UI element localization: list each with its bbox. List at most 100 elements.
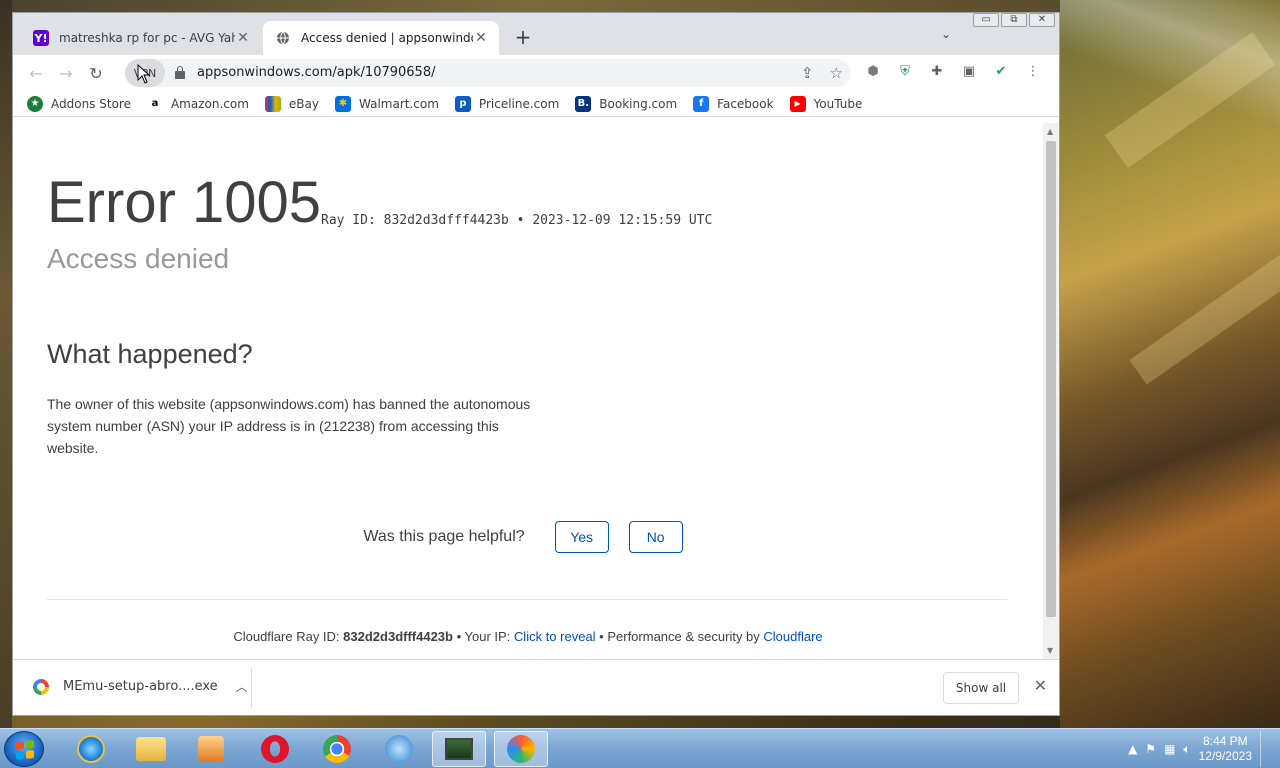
helpful-question: Was this page helpful? <box>363 528 525 545</box>
bookmark-addons-store[interactable]: ★ Addons Store <box>27 95 131 112</box>
youtube-icon: ▶ <box>789 95 806 112</box>
error-title: Error 1005 <box>47 170 322 235</box>
restore-button[interactable]: ⧉ <box>1001 13 1027 27</box>
show-desktop-button[interactable] <box>1260 731 1270 767</box>
ebay-icon <box>264 95 281 112</box>
mouse-cursor-icon <box>137 64 151 84</box>
share-icon[interactable]: ⇪ <box>801 64 814 82</box>
explanation-text: The owner of this website (appsonwindows… <box>47 396 531 456</box>
memu-file-icon <box>33 678 49 695</box>
volume-icon[interactable]: 🔈︎ <box>1183 742 1190 757</box>
close-window-button[interactable]: ✕ <box>1029 13 1055 27</box>
download-separator <box>251 668 252 708</box>
puzzle-icon[interactable]: ✚ <box>927 61 947 81</box>
forward-button[interactable]: → <box>51 58 81 88</box>
taskbar-media[interactable] <box>184 731 238 767</box>
tab-title: matreshka rp for pc - AVG Yahoo <box>59 31 235 45</box>
taskbar-monitor-app[interactable] <box>432 731 486 767</box>
network-tool-icon <box>385 735 413 763</box>
scroll-down-icon[interactable]: ▼ <box>1047 646 1053 655</box>
download-item[interactable]: MEmu-setup-abro....exe ︿ <box>33 678 248 695</box>
close-tab-icon[interactable]: ✕ <box>235 30 251 46</box>
booking-icon: B. <box>575 95 592 112</box>
windows-logo-icon <box>16 740 34 760</box>
taskbar-opera[interactable] <box>248 731 302 767</box>
network-icon[interactable]: ▦ <box>1164 742 1175 756</box>
address-bar[interactable]: VPN appsonwindows.com/apk/10790658/ ⇪ ☆ <box>125 59 851 87</box>
extension-shield-icon[interactable]: ⬢ <box>863 61 883 81</box>
bookmark-booking[interactable]: B. Booking.com <box>575 95 677 112</box>
access-denied-subtitle: Access denied <box>47 243 230 274</box>
show-all-button[interactable]: Show all <box>943 672 1019 704</box>
download-shelf: MEmu-setup-abro....exe ︿ Show all ✕ <box>13 659 1059 715</box>
lock-icon[interactable] <box>175 66 185 80</box>
cloudflare-link[interactable]: Cloudflare <box>763 629 822 644</box>
yahoo-icon: Y! <box>33 30 49 46</box>
walmart-icon: ✱ <box>335 95 351 112</box>
bookmark-facebook[interactable]: f Facebook <box>693 95 774 112</box>
bookmark-youtube[interactable]: ▶ YouTube <box>789 95 862 112</box>
bookmark-ebay[interactable]: eBay <box>264 95 319 112</box>
menu-icon[interactable]: ⋮ <box>1023 61 1043 81</box>
minimize-button[interactable]: ▭ <box>973 13 999 27</box>
bookmarks-bar: ★ Addons Store a Amazon.com eBay ✱ Walmart.… <box>13 91 1059 117</box>
browser-toolbar: ← → ↻ VPN appsonwindows.com/apk/10790658… <box>13 55 1059 91</box>
extensions-area: ⬢ ⛨ ✚ ▣ ✔ ⋮ <box>863 61 1043 81</box>
addons-icon: ★ <box>27 95 43 112</box>
system-tray: ▲ ⚑ ▦ 🔈︎ 8:44 PM 12/9/2023 <box>1128 731 1270 767</box>
download-filename: MEmu-setup-abro....exe <box>63 679 218 694</box>
reveal-ip-link[interactable]: Click to reveal <box>514 629 596 644</box>
start-button[interactable] <box>4 731 44 767</box>
tab-strip: Y! matreshka rp for pc - AVG Yahoo ✕ Acc… <box>13 13 1059 55</box>
reload-button[interactable]: ↻ <box>81 58 111 88</box>
chevron-up-icon[interactable]: ︿ <box>236 678 248 695</box>
show-hidden-icons[interactable]: ▲ <box>1128 742 1137 756</box>
close-tab-icon[interactable]: ✕ <box>473 30 489 46</box>
security-check-icon[interactable]: ✔ <box>991 61 1011 81</box>
vpn-extension-icon[interactable]: ⛨ <box>895 61 915 81</box>
tab-title: Access denied | appsonwindows.c <box>301 31 473 45</box>
back-button[interactable]: ← <box>21 58 51 88</box>
taskbar-ie[interactable] <box>64 731 118 767</box>
opera-icon <box>261 735 289 763</box>
no-button[interactable]: No <box>628 521 683 553</box>
taskbar: ▲ ⚑ ▦ 🔈︎ 8:44 PM 12/9/2023 <box>0 728 1280 768</box>
page-scrollbar[interactable]: ▲ ▼ <box>1043 123 1059 659</box>
priceline-icon: p <box>454 95 471 112</box>
taskbar-browser-active[interactable] <box>494 731 548 767</box>
footer-ray-id: 832d2d3dfff4423b <box>343 629 453 644</box>
yes-button[interactable]: Yes <box>554 521 609 553</box>
window-controls: ▭ ⧉ ✕ <box>973 13 1055 27</box>
tab-search-icon[interactable]: ⌄ <box>941 27 951 41</box>
facebook-icon: f <box>693 95 710 112</box>
bookmark-amazon[interactable]: a Amazon.com <box>147 96 249 112</box>
browser-app-icon <box>507 735 535 763</box>
bookmark-star-icon[interactable]: ☆ <box>830 64 843 82</box>
tab-yahoo-search[interactable]: Y! matreshka rp for pc - AVG Yahoo ✕ <box>21 21 261 55</box>
desktop-background-left <box>0 0 12 728</box>
taskbar-explorer[interactable] <box>124 731 178 767</box>
clock[interactable]: 8:44 PM 12/9/2023 <box>1199 734 1252 764</box>
folder-icon <box>136 737 166 761</box>
taskbar-chrome[interactable] <box>310 731 364 767</box>
omnibox-actions: ⇪ ☆ <box>801 64 843 82</box>
close-icon[interactable]: ✕ <box>1034 676 1047 695</box>
monitor-icon <box>445 738 473 760</box>
scrollbar-thumb[interactable] <box>1046 141 1056 617</box>
scroll-up-icon[interactable]: ▲ <box>1047 127 1053 136</box>
tab-access-denied[interactable]: Access denied | appsonwindows.c ✕ <box>263 21 499 55</box>
bookmark-priceline[interactable]: p Priceline.com <box>454 95 559 112</box>
taskbar-network-tool[interactable] <box>372 731 426 767</box>
action-center-flag-icon[interactable]: ⚑ <box>1145 742 1156 756</box>
new-tab-button[interactable]: + <box>511 25 535 49</box>
url-text[interactable]: appsonwindows.com/apk/10790658/ <box>197 65 435 80</box>
media-player-icon <box>198 736 224 762</box>
desktop-wallpaper <box>1060 0 1280 728</box>
internet-explorer-icon <box>77 735 105 763</box>
globe-icon <box>275 30 291 46</box>
bookmark-walmart[interactable]: ✱ Walmart.com <box>335 95 439 112</box>
browser-window: Y! matreshka rp for pc - AVG Yahoo ✕ Acc… <box>12 12 1060 716</box>
page-content: Error 1005 Ray ID: 832d2d3dfff4423b • 20… <box>13 123 1043 659</box>
side-panel-icon[interactable]: ▣ <box>959 61 979 81</box>
feedback-row: Was this page helpful? Yes No <box>13 521 1043 553</box>
